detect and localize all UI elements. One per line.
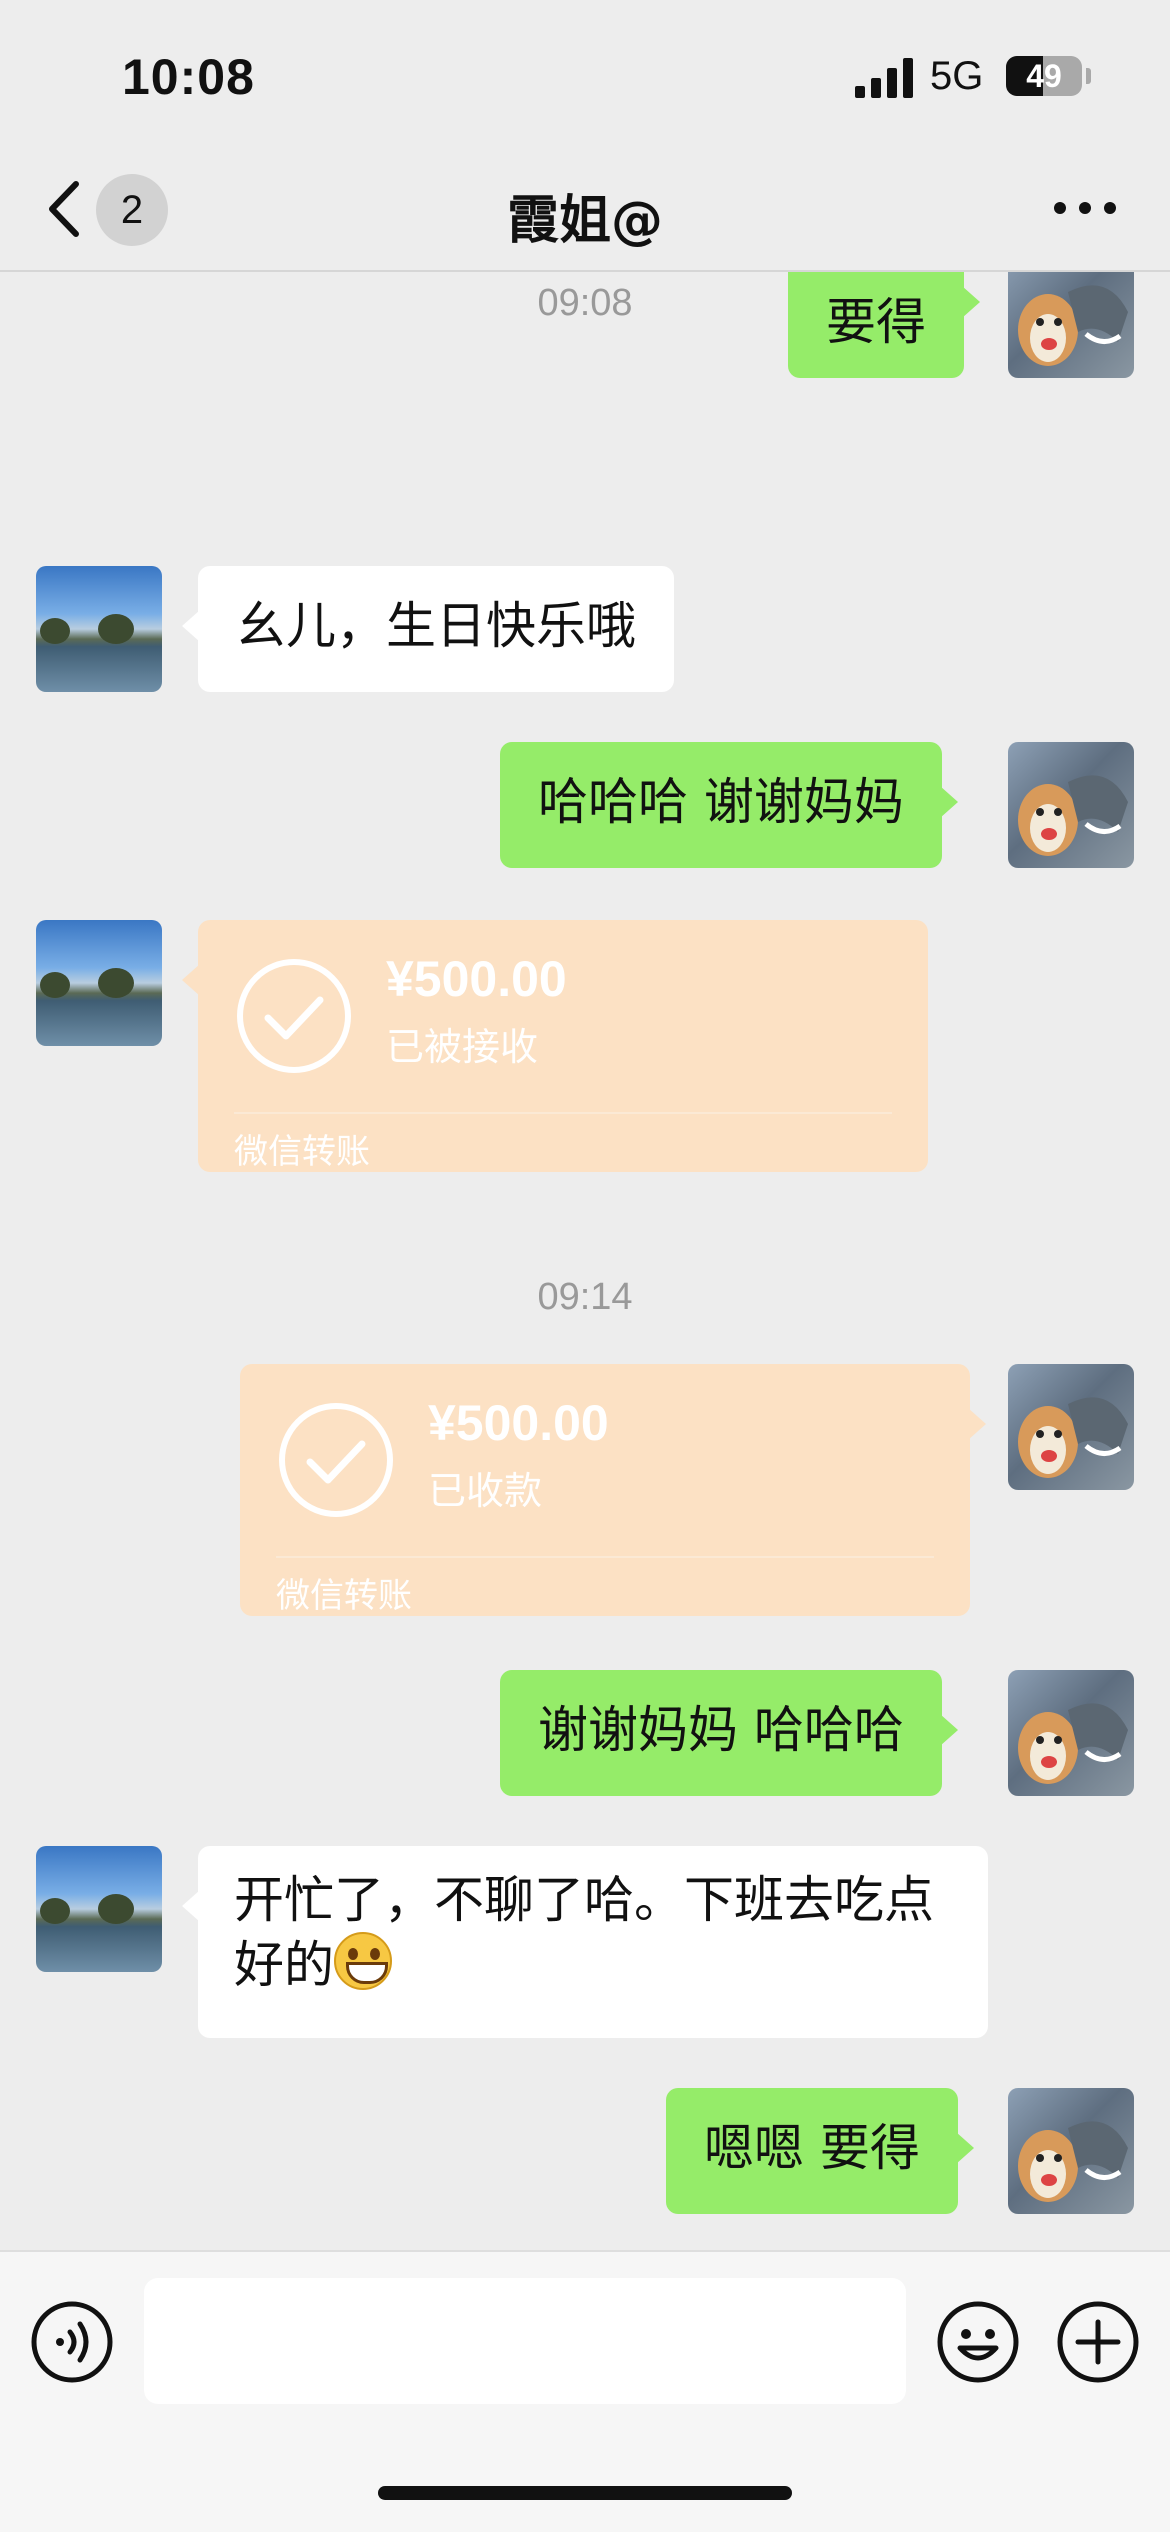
outgoing-message[interactable]: 谢谢妈妈 哈哈哈 bbox=[500, 1670, 958, 1796]
contact-avatar[interactable] bbox=[36, 1846, 162, 1972]
avatar-tree bbox=[98, 614, 134, 644]
signal-icon bbox=[855, 58, 913, 98]
incoming-message[interactable]: 开忙了，不聊了哈。下班去吃点好的 bbox=[182, 1846, 988, 2038]
transfer-status: 已被接收 bbox=[386, 1025, 539, 1069]
divider bbox=[276, 1556, 934, 1558]
transfer-amount: ¥500.00 bbox=[428, 1395, 609, 1451]
more-options-icon[interactable] bbox=[1050, 190, 1120, 226]
grinning-face-emoji-icon bbox=[334, 1932, 392, 1990]
my-avatar[interactable] bbox=[1008, 742, 1134, 868]
timestamp: 09:14 bbox=[537, 1276, 633, 1318]
transfer-amount: ¥500.00 bbox=[386, 951, 567, 1007]
my-avatar[interactable] bbox=[1008, 1670, 1134, 1796]
battery-percent: 49 bbox=[1026, 58, 1062, 94]
avatar-tree bbox=[40, 972, 70, 998]
transfer-label: 微信转账 bbox=[276, 1576, 412, 1616]
avatar-tree bbox=[98, 1894, 134, 1924]
status-bar: 10:08 5G 49 bbox=[0, 0, 1170, 150]
my-avatar[interactable] bbox=[1008, 1364, 1134, 1490]
plus-icon[interactable] bbox=[1056, 2300, 1140, 2384]
outgoing-message[interactable]: 哈哈哈 谢谢妈妈 bbox=[500, 742, 958, 868]
avatar-tree bbox=[40, 1898, 70, 1924]
chat-title: 霞姐@ bbox=[506, 191, 663, 251]
dog-avatar-icon bbox=[1018, 775, 1128, 856]
dog-avatar-icon bbox=[1018, 1703, 1128, 1784]
status-time: 10:08 bbox=[122, 49, 255, 105]
message-text: 嗯嗯 要得 bbox=[704, 2119, 920, 2177]
avatar-tree bbox=[40, 618, 70, 644]
check-circle-icon bbox=[237, 959, 351, 1073]
message-text: 谢谢妈妈 哈哈哈 bbox=[538, 1701, 904, 1759]
emoji-icon[interactable] bbox=[936, 2300, 1020, 2384]
battery-nub bbox=[1086, 68, 1091, 84]
avatar-tree bbox=[98, 968, 134, 998]
outgoing-message[interactable]: 嗯嗯 要得 bbox=[666, 2088, 974, 2214]
transfer-card-sent[interactable]: ¥500.00 已收款 微信转账 bbox=[240, 1364, 986, 1616]
voice-icon[interactable] bbox=[30, 2300, 114, 2384]
message-text: 幺儿，生日快乐哦 bbox=[236, 597, 636, 655]
divider bbox=[234, 1112, 892, 1114]
message-list[interactable]: 要得 09:08 幺儿，生日快乐哦 哈哈哈 谢谢妈妈 ¥500.00 已被接收 … bbox=[0, 272, 1170, 2250]
timestamp: 09:08 bbox=[537, 282, 633, 324]
network-type: 5G bbox=[930, 54, 984, 98]
dog-avatar-icon bbox=[1018, 2121, 1128, 2202]
home-indicator[interactable] bbox=[378, 2486, 792, 2500]
transfer-label: 微信转账 bbox=[234, 1132, 370, 1172]
transfer-card-received[interactable]: ¥500.00 已被接收 微信转账 bbox=[182, 920, 928, 1172]
dog-avatar-icon bbox=[1018, 1397, 1128, 1478]
battery-icon: 49 bbox=[1006, 56, 1082, 96]
chat-header: 2 霞姐@ bbox=[0, 150, 1170, 272]
message-text: 哈哈哈 谢谢妈妈 bbox=[538, 773, 904, 831]
incoming-message[interactable]: 幺儿，生日快乐哦 bbox=[182, 566, 674, 692]
transfer-status: 已收款 bbox=[428, 1469, 543, 1513]
message-input[interactable] bbox=[144, 2278, 906, 2404]
contact-avatar[interactable] bbox=[36, 920, 162, 1046]
my-avatar[interactable] bbox=[1008, 2088, 1134, 2214]
contact-avatar[interactable] bbox=[36, 566, 162, 692]
check-circle-icon bbox=[279, 1403, 393, 1517]
